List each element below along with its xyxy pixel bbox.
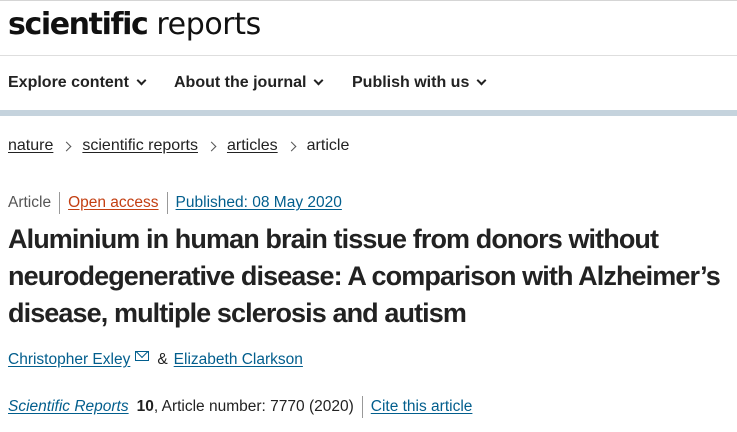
chevron-right-icon xyxy=(61,141,72,151)
logo-bold-text: scientific xyxy=(8,7,149,42)
divider xyxy=(166,192,168,214)
author-separator: & xyxy=(157,351,168,368)
author-link-clarkson[interactable]: Elizabeth Clarkson xyxy=(174,351,303,369)
site-logo[interactable]: scientific reports xyxy=(8,7,261,51)
breadcrumb-item-scientific-reports[interactable]: scientific reports xyxy=(82,137,198,155)
breadcrumb-current: article xyxy=(306,137,350,154)
cite-this-article-link[interactable]: Cite this article xyxy=(371,398,473,416)
nav-divider xyxy=(0,110,737,116)
article-meta: Article Open access Published: 08 May 20… xyxy=(8,192,342,214)
chevron-right-icon xyxy=(286,141,297,151)
nav-publish-with-us[interactable]: Publish with us xyxy=(352,74,487,92)
logo-light-text: reports xyxy=(156,7,261,42)
mail-icon[interactable] xyxy=(135,351,150,361)
breadcrumb-item-articles[interactable]: articles xyxy=(227,137,278,155)
article-type: Article xyxy=(8,194,52,211)
chevron-down-icon xyxy=(476,75,487,86)
breadcrumb-item-nature[interactable]: nature xyxy=(8,137,53,155)
site-header: scientific reports xyxy=(0,0,737,56)
open-access-link[interactable]: Open access xyxy=(68,194,158,212)
published-date-link[interactable]: Published: 08 May 2020 xyxy=(176,194,342,212)
author-list: Christopher Exley & Elizabeth Clarkson xyxy=(8,351,303,369)
author-link-exley[interactable]: Christopher Exley xyxy=(8,351,130,369)
journal-link[interactable]: Scientific Reports xyxy=(8,398,129,416)
nav-label: Publish with us xyxy=(352,74,470,91)
article-title: Aluminium in human brain tissue from don… xyxy=(8,224,721,328)
volume-number: 10 xyxy=(136,398,154,415)
article-number: , Article number: 7770 (2020) xyxy=(153,398,354,415)
chevron-right-icon xyxy=(206,141,217,151)
breadcrumb: nature scientific reports articles artic… xyxy=(8,137,349,155)
nav-about-the-journal[interactable]: About the journal xyxy=(174,74,324,92)
nav-explore-content[interactable]: Explore content xyxy=(8,74,147,92)
citation-line: Scientific Reports 10 , Article number: … xyxy=(8,396,472,418)
nav-label: Explore content xyxy=(8,74,129,91)
nav-label: About the journal xyxy=(174,74,307,91)
main-nav: Explore content About the journal Publis… xyxy=(0,56,737,112)
divider xyxy=(59,192,61,214)
divider xyxy=(361,396,363,418)
chevron-down-icon xyxy=(136,75,147,86)
chevron-down-icon xyxy=(313,75,324,86)
